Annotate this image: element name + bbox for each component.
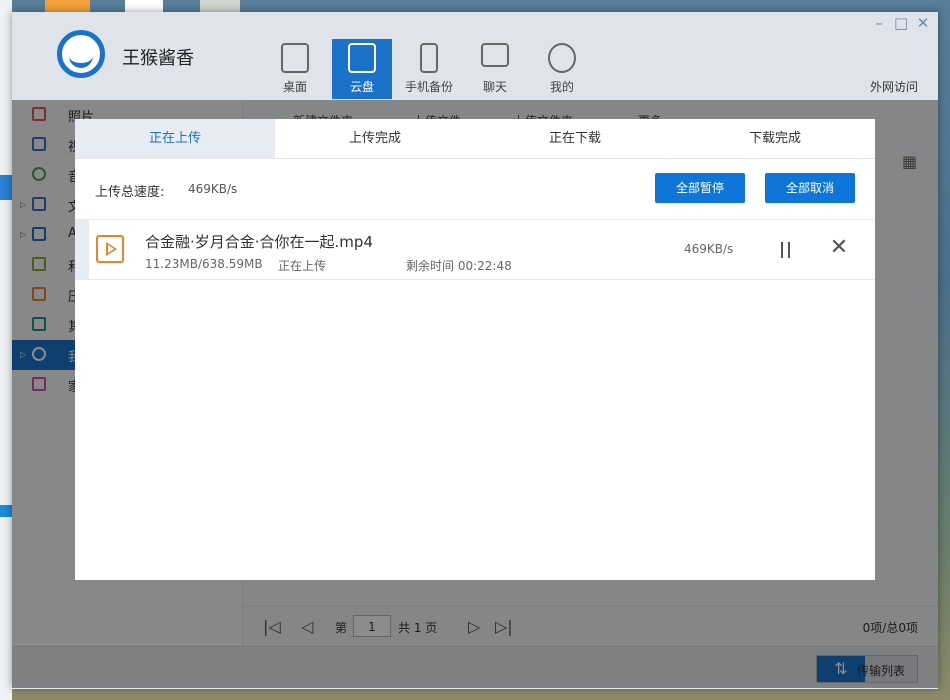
cancel-task-icon[interactable]: ✕ bbox=[828, 237, 850, 259]
chat-icon bbox=[481, 43, 509, 67]
total-speed-label: 上传总速度: bbox=[95, 185, 165, 200]
minimize-icon[interactable]: – bbox=[872, 14, 886, 32]
user-icon bbox=[548, 43, 576, 73]
tab-upload-complete[interactable]: 上传完成 bbox=[275, 119, 475, 158]
task-state: 正在上传 bbox=[278, 259, 327, 273]
task-row-marker bbox=[75, 220, 89, 279]
task-rate: 469KB/s bbox=[684, 242, 734, 256]
tab-downloading[interactable]: 正在下载 bbox=[475, 119, 675, 158]
nav-tab-mine[interactable]: 我的 bbox=[532, 39, 592, 99]
desktop-icon[interactable] bbox=[125, 0, 163, 12]
cloud-drive-icon bbox=[348, 43, 376, 73]
external-access-link[interactable]: 外网访问 bbox=[870, 78, 918, 95]
tab-download-complete[interactable]: 下载完成 bbox=[675, 119, 875, 158]
nav-tab-label: 桌面 bbox=[282, 80, 307, 94]
window-controls: – □ ✕ bbox=[872, 14, 930, 32]
desktop-icon[interactable] bbox=[200, 0, 240, 12]
task-file-name: 合金融·岁月合金·合你在一起.mp4 bbox=[145, 233, 373, 251]
brand-name: 王猴酱香 bbox=[122, 48, 194, 69]
total-speed-value: 469KB/s bbox=[188, 182, 238, 196]
upload-task-row: 合金融·岁月合金·合你在一起.mp4 11.23MB/638.59MB 正在上传… bbox=[75, 220, 875, 280]
desktop-strip bbox=[0, 175, 12, 200]
nav-tab-chat[interactable]: 聊天 bbox=[465, 39, 525, 99]
close-icon[interactable]: ✕ bbox=[916, 14, 930, 32]
window-header: 王猴酱香 – □ ✕ 桌面 云盘 手机备份 聊天 我的 外网访问 bbox=[12, 12, 938, 100]
transfer-dialog: 正在上传 上传完成 正在下载 下载完成 上传总速度: 469KB/s 全部暂停 … bbox=[75, 119, 875, 580]
video-file-icon bbox=[96, 235, 124, 263]
nav-tab-label: 云盘 bbox=[349, 80, 374, 94]
desktop-icon[interactable] bbox=[45, 0, 90, 12]
speed-row: 上传总速度: 469KB/s 全部暂停 全部取消 bbox=[75, 159, 875, 220]
transfer-tabs: 正在上传 上传完成 正在下载 下载完成 bbox=[75, 119, 875, 159]
pause-all-button[interactable]: 全部暂停 bbox=[655, 173, 745, 203]
nav-tab-desktop[interactable]: 桌面 bbox=[265, 39, 325, 99]
nav-tab-label: 我的 bbox=[549, 80, 574, 94]
tab-uploading[interactable]: 正在上传 bbox=[75, 119, 275, 158]
monitor-icon bbox=[281, 43, 309, 73]
app-logo-icon bbox=[57, 30, 105, 78]
nav-tab-phone-backup[interactable]: 手机备份 bbox=[399, 39, 459, 99]
maximize-icon[interactable]: □ bbox=[894, 14, 908, 32]
phone-icon bbox=[420, 43, 438, 73]
nav-tab-cloud-drive[interactable]: 云盘 bbox=[332, 39, 392, 99]
nav-tab-label: 聊天 bbox=[482, 80, 507, 94]
nav-tab-label: 手机备份 bbox=[404, 80, 453, 94]
task-progress: 11.23MB/638.59MB bbox=[145, 257, 263, 271]
desktop-strip bbox=[0, 505, 12, 517]
desktop-left-edge bbox=[0, 0, 12, 700]
cancel-all-button[interactable]: 全部取消 bbox=[765, 173, 855, 203]
task-remaining-time: 剩余时间 00:22:48 bbox=[406, 259, 512, 273]
pause-icon[interactable] bbox=[776, 236, 796, 262]
